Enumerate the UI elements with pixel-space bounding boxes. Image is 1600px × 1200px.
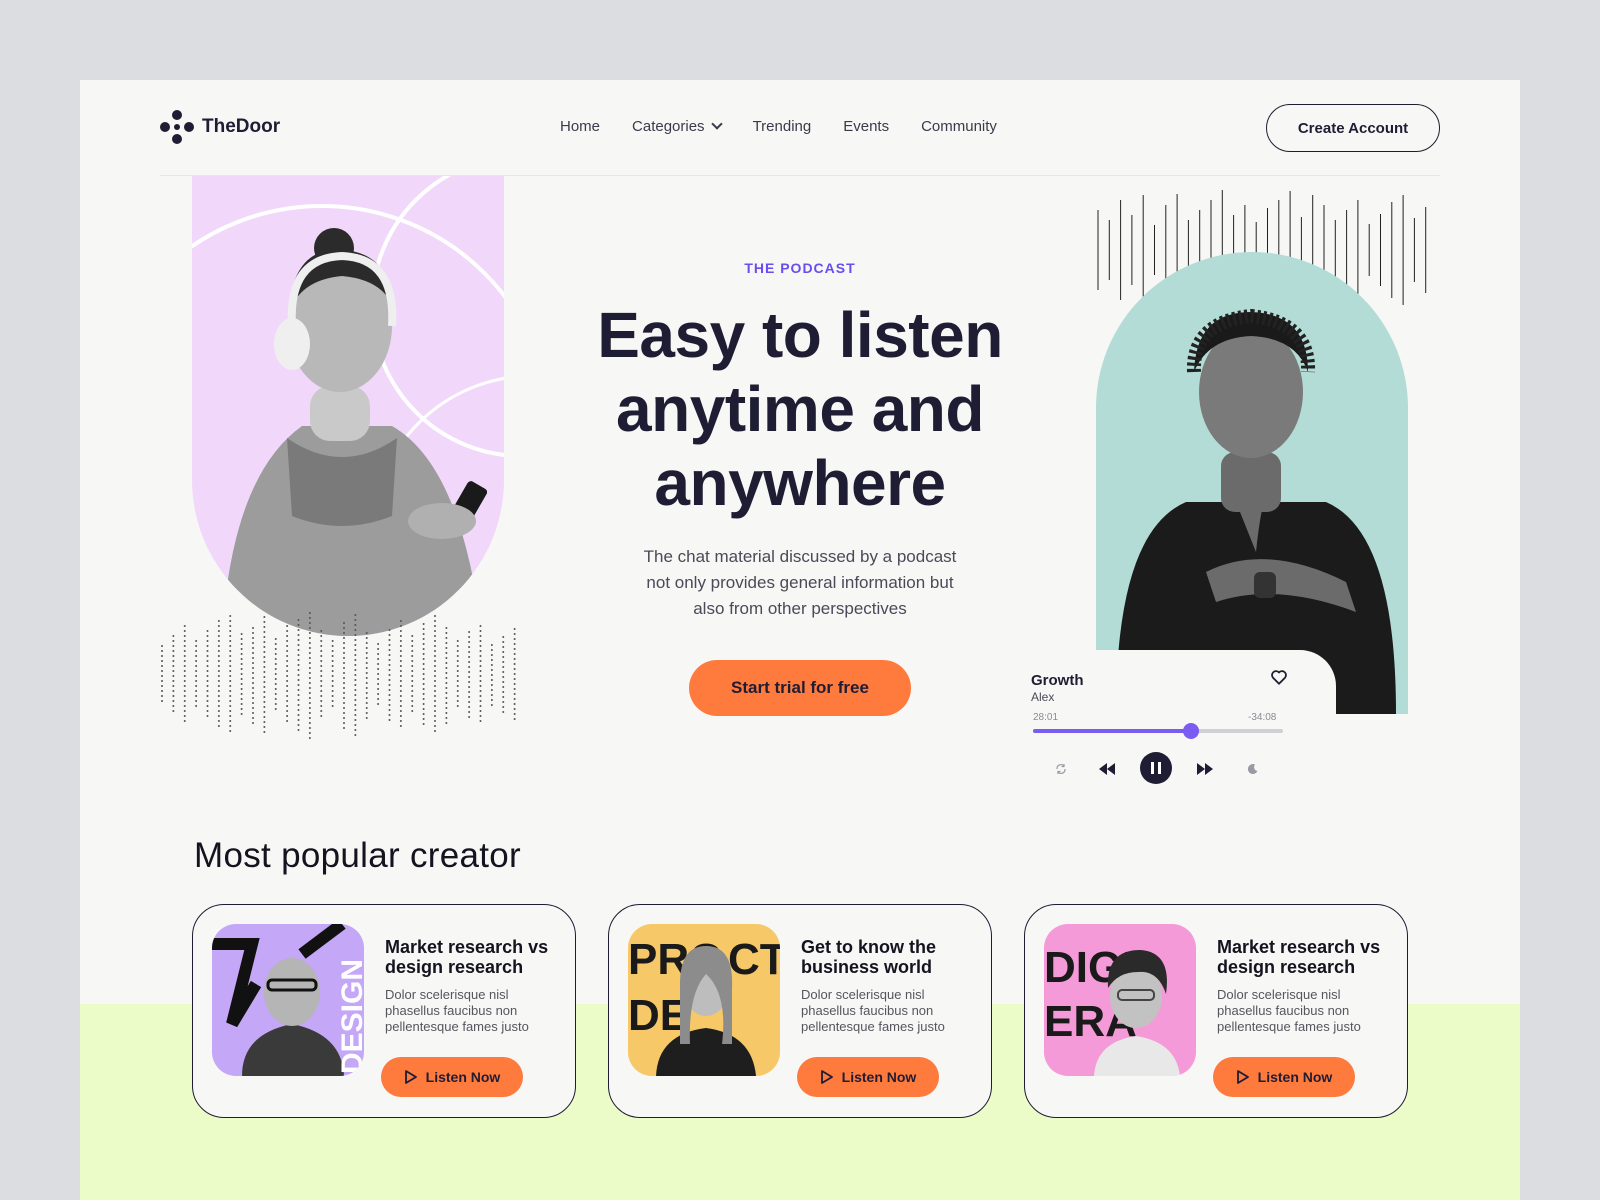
section-title: Most popular creator (194, 836, 521, 875)
repeat-icon[interactable] (1046, 754, 1076, 784)
site-header: TheDoor Home Categories Trending Events … (160, 80, 1440, 176)
headline-line: Easy to listen (597, 299, 1003, 371)
start-trial-button[interactable]: Start trial for free (689, 660, 911, 716)
creator-card[interactable]: DIGI ERA Market research vs design resea… (1024, 904, 1408, 1118)
subtext-line: also from other perspectives (693, 599, 907, 618)
nav-label: Events (843, 118, 890, 135)
nav-item-trending[interactable]: Trending (753, 118, 812, 135)
track-title: Growth (1031, 672, 1084, 689)
card-title: Get to know the business world (801, 937, 936, 977)
play-icon (404, 1070, 417, 1084)
track-artist: Alex (1031, 690, 1055, 704)
brand-name: TheDoor (202, 116, 281, 137)
host-illustration (1116, 308, 1396, 714)
creator-card[interactable]: PRO CT DE Get to know the business world… (608, 904, 992, 1118)
remaining-time: -34:08 (1248, 712, 1277, 723)
hero-headline: Easy to listen anytime and anywhere (550, 298, 1050, 520)
nav-item-home[interactable]: Home (560, 118, 600, 135)
progress-knob[interactable] (1182, 723, 1199, 739)
brand-logo[interactable]: TheDoor (160, 110, 280, 144)
card-description: Dolor scelerisque nisl phasellus faucibu… (1217, 987, 1361, 1034)
nav-label: Trending (752, 118, 812, 135)
listen-now-button[interactable]: Listen Now (381, 1057, 523, 1097)
headline-line: anywhere (654, 447, 946, 519)
card-description: Dolor scelerisque nisl phasellus faucibu… (385, 987, 529, 1034)
create-account-button[interactable]: Create Account (1266, 104, 1440, 152)
progress-fill (1033, 729, 1191, 733)
listen-now-label: Listen Now (425, 1069, 501, 1085)
heart-icon[interactable] (1270, 668, 1288, 686)
nav-label: Categories (632, 118, 705, 135)
svg-text:DESIGN: DESIGN (336, 959, 364, 1074)
main-nav: Home Categories Trending Events Communit… (560, 118, 997, 135)
hero-image-listener (192, 176, 504, 636)
rewind-icon[interactable] (1092, 754, 1122, 784)
pause-icon[interactable] (1140, 752, 1172, 784)
listen-now-label: Listen Now (841, 1069, 917, 1085)
listener-illustration (192, 176, 504, 636)
landing-page: TheDoor Home Categories Trending Events … (80, 80, 1520, 1200)
subtext-line: The chat material discussed by a podcast (643, 547, 957, 566)
listen-now-button[interactable]: Listen Now (1213, 1057, 1355, 1097)
play-icon (1236, 1070, 1249, 1084)
card-title: Market research vs design research (385, 937, 549, 977)
svg-text:CT: CT (728, 935, 780, 984)
creator-thumbnail: DESIGN (212, 924, 364, 1076)
nav-item-events[interactable]: Events (843, 118, 889, 135)
player-controls (1046, 752, 1268, 788)
progress-track[interactable] (1033, 723, 1283, 739)
listen-now-button[interactable]: Listen Now (797, 1057, 939, 1097)
play-icon (820, 1070, 833, 1084)
svg-text:DE: DE (628, 991, 689, 1040)
card-title: Market research vs design research (1217, 937, 1381, 977)
chevron-down-icon (710, 118, 723, 130)
sleep-icon[interactable] (1238, 754, 1268, 784)
hero-subtext: The chat material discussed by a podcast… (600, 544, 1000, 622)
creator-card[interactable]: DESIGN Market research vs design researc… (192, 904, 576, 1118)
nav-item-community[interactable]: Community (921, 118, 997, 135)
audio-dots-wave (161, 612, 516, 739)
headline-line: anytime and (616, 373, 984, 445)
audio-player: Growth Alex 28:01 -34:08 (1028, 650, 1336, 790)
current-time: 28:01 (1033, 712, 1059, 723)
fast-forward-icon[interactable] (1190, 754, 1220, 784)
nav-label: Community (921, 118, 997, 135)
creator-thumbnail: DIGI ERA (1044, 924, 1196, 1076)
nav-label: Home (560, 118, 601, 135)
listen-now-label: Listen Now (1257, 1069, 1333, 1085)
creator-thumbnail: PRO CT DE (628, 924, 780, 1076)
card-description: Dolor scelerisque nisl phasellus faucibu… (801, 987, 945, 1034)
subtext-line: not only provides general information bu… (646, 573, 954, 592)
logo-icon (160, 110, 194, 144)
nav-item-categories[interactable]: Categories (632, 118, 723, 135)
hero-image-host (1096, 252, 1408, 714)
hero-eyebrow: THE PODCAST (744, 260, 856, 276)
